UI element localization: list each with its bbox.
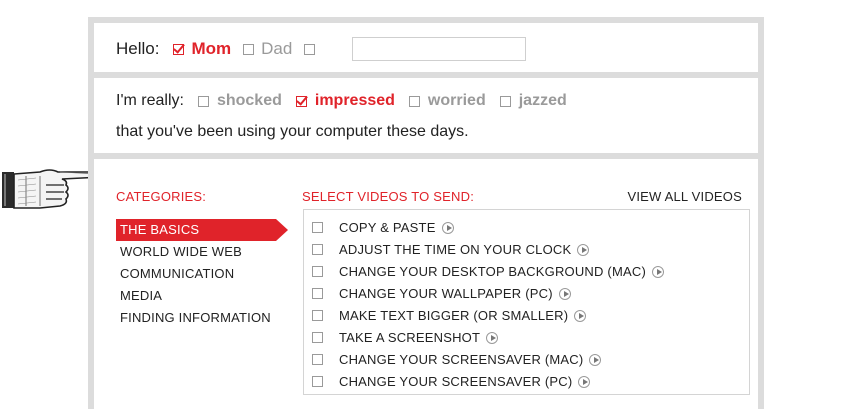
- option-dad-label: Dad: [261, 39, 293, 58]
- video-checkbox[interactable]: [312, 244, 323, 255]
- name-input[interactable]: [352, 37, 527, 61]
- video-checkbox[interactable]: [312, 376, 323, 387]
- video-item[interactable]: ADJUST THE TIME ON YOUR CLOCK: [312, 242, 590, 257]
- video-checkbox[interactable]: [312, 354, 323, 365]
- video-checkbox[interactable]: [312, 266, 323, 277]
- video-item[interactable]: MAKE TEXT BIGGER (OR SMALLER): [312, 308, 587, 323]
- category-item-finding-information[interactable]: FINDING INFORMATION: [116, 307, 276, 329]
- video-title: TAKE A SCREENSHOT: [339, 330, 481, 345]
- select-videos-heading: SELECT VIDEOS TO SEND:: [302, 189, 475, 204]
- feeling-row: I'm really: shocked impressed worried ja…: [116, 92, 581, 110]
- video-item[interactable]: CHANGE YOUR SCREENSAVER (PC): [312, 374, 591, 389]
- option-worried[interactable]: worried: [408, 92, 486, 110]
- video-title: COPY & PASTE: [339, 220, 436, 235]
- view-all-videos-link[interactable]: VIEW ALL VIDEOS: [627, 189, 742, 204]
- video-title: CHANGE YOUR SCREENSAVER (MAC): [339, 352, 584, 367]
- option-shocked-label: shocked: [216, 92, 282, 109]
- category-item-media[interactable]: MEDIA: [116, 285, 276, 307]
- video-title: MAKE TEXT BIGGER (OR SMALLER): [339, 308, 569, 323]
- checkbox-impressed[interactable]: [295, 95, 307, 107]
- option-dad[interactable]: Dad: [243, 39, 292, 59]
- feeling-label: I'm really:: [116, 92, 184, 109]
- video-item[interactable]: CHANGE YOUR WALLPAPER (PC): [312, 286, 571, 301]
- play-icon[interactable]: [578, 375, 591, 388]
- checkbox-mom[interactable]: [173, 43, 185, 55]
- option-jazzed[interactable]: jazzed: [499, 92, 567, 110]
- video-item[interactable]: TAKE A SCREENSHOT: [312, 330, 499, 345]
- video-item[interactable]: CHANGE YOUR SCREENSAVER (MAC): [312, 352, 602, 367]
- checkbox-shocked[interactable]: [197, 95, 209, 107]
- play-icon[interactable]: [486, 331, 499, 344]
- category-item-the-basics[interactable]: THE BASICS: [116, 219, 288, 241]
- category-item-communication[interactable]: COMMUNICATION: [116, 263, 276, 285]
- play-icon[interactable]: [441, 221, 454, 234]
- video-item[interactable]: COPY & PASTE: [312, 220, 454, 235]
- video-title: CHANGE YOUR WALLPAPER (PC): [339, 286, 553, 301]
- checkbox-other[interactable]: [304, 43, 316, 55]
- play-icon[interactable]: [577, 243, 590, 256]
- category-list: THE BASICS WORLD WIDE WEB COMMUNICATION …: [116, 219, 288, 329]
- option-shocked[interactable]: shocked: [197, 92, 282, 110]
- option-worried-label: worried: [427, 92, 486, 109]
- option-mom-label: Mom: [191, 39, 232, 58]
- video-title: CHANGE YOUR DESKTOP BACKGROUND (MAC): [339, 264, 646, 279]
- option-impressed-label: impressed: [314, 92, 395, 109]
- video-list: COPY & PASTE ADJUST THE TIME ON YOUR CLO…: [303, 209, 750, 395]
- video-title: ADJUST THE TIME ON YOUR CLOCK: [339, 242, 572, 257]
- checkbox-worried[interactable]: [408, 95, 420, 107]
- category-item-world-wide-web[interactable]: WORLD WIDE WEB: [116, 241, 276, 263]
- feeling-tagline: that you've been using your computer the…: [116, 123, 469, 140]
- option-mom[interactable]: Mom: [173, 39, 231, 59]
- option-other[interactable]: [304, 43, 322, 55]
- categories-heading: CATEGORIES:: [116, 189, 207, 204]
- checkbox-jazzed[interactable]: [499, 95, 511, 107]
- play-icon[interactable]: [574, 309, 587, 322]
- feeling-panel: I'm really: shocked impressed worried ja…: [94, 78, 758, 153]
- video-checkbox[interactable]: [312, 310, 323, 321]
- greeting-label: Hello:: [116, 39, 160, 58]
- play-icon[interactable]: [558, 287, 571, 300]
- checkbox-dad[interactable]: [243, 43, 255, 55]
- play-icon[interactable]: [651, 265, 664, 278]
- play-icon[interactable]: [589, 353, 602, 366]
- greeting-row: Hello: Mom Dad: [116, 37, 527, 61]
- main-frame: Hello: Mom Dad I'm really: shocked impre…: [88, 17, 764, 409]
- video-title: CHANGE YOUR SCREENSAVER (PC): [339, 374, 573, 389]
- option-impressed[interactable]: impressed: [295, 92, 395, 110]
- greeting-panel: Hello: Mom Dad: [94, 23, 758, 72]
- video-item[interactable]: CHANGE YOUR DESKTOP BACKGROUND (MAC): [312, 264, 664, 279]
- option-jazzed-label: jazzed: [518, 92, 567, 109]
- video-checkbox[interactable]: [312, 288, 323, 299]
- video-checkbox[interactable]: [312, 332, 323, 343]
- video-checkbox[interactable]: [312, 222, 323, 233]
- videos-panel: CATEGORIES: SELECT VIDEOS TO SEND: VIEW …: [94, 159, 758, 409]
